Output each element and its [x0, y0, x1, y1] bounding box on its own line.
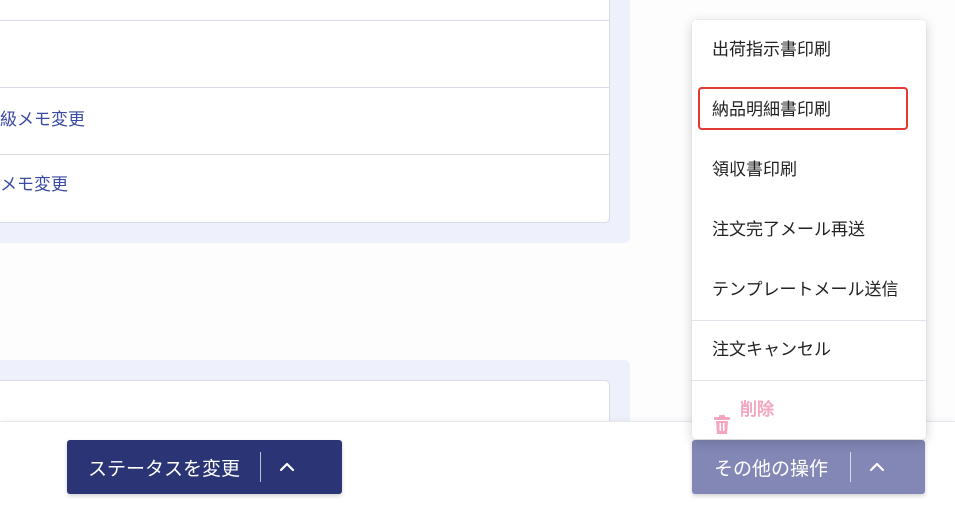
chevron-up-icon[interactable]: [851, 440, 903, 494]
other-actions-label: その他の操作: [714, 457, 829, 480]
other-actions-button[interactable]: その他の操作: [692, 440, 925, 494]
change-status-label: ステータスを変更: [88, 457, 241, 480]
menu-item-label: 注文キャンセル: [712, 340, 831, 360]
chevron-up-icon[interactable]: [261, 440, 313, 494]
change-memo-link[interactable]: 級メモ変更: [0, 88, 85, 154]
info-row: 級メモ変更: [0, 87, 609, 153]
menu-item-delete[interactable]: 削除: [692, 380, 926, 440]
other-actions-menu: 出荷指示書印刷 納品明細書印刷 領収書印刷 注文完了メール再送 テンプレートメー…: [692, 20, 926, 439]
info-row: メモ変更: [0, 154, 609, 220]
change-memo-link-2[interactable]: メモ変更: [0, 155, 68, 221]
menu-item-print-delivery-statement[interactable]: 納品明細書印刷: [692, 80, 926, 140]
menu-item-print-shipping-instructions[interactable]: 出荷指示書印刷: [692, 20, 926, 80]
menu-item-label: 注文完了メール再送: [712, 220, 865, 240]
menu-item-label: 納品明細書印刷: [712, 100, 831, 120]
menu-item-label: テンプレートメール送信: [712, 280, 899, 300]
menu-item-resend-order-email[interactable]: 注文完了メール再送: [692, 200, 926, 260]
change-status-button[interactable]: ステータスを変更: [67, 440, 342, 494]
info-row: [0, 20, 609, 86]
info-panel: 級メモ変更 メモ変更: [0, 0, 630, 243]
menu-item-label: 出荷指示書印刷: [712, 40, 831, 60]
menu-item-print-receipt[interactable]: 領収書印刷: [692, 140, 926, 200]
trash-icon: [713, 400, 731, 434]
menu-item-label: 削除: [740, 400, 774, 420]
menu-item-cancel-order[interactable]: 注文キャンセル: [692, 320, 926, 380]
menu-item-send-template-email[interactable]: テンプレートメール送信: [692, 260, 926, 320]
menu-item-label: 領収書印刷: [712, 160, 797, 180]
info-card: 級メモ変更 メモ変更: [0, 0, 610, 223]
